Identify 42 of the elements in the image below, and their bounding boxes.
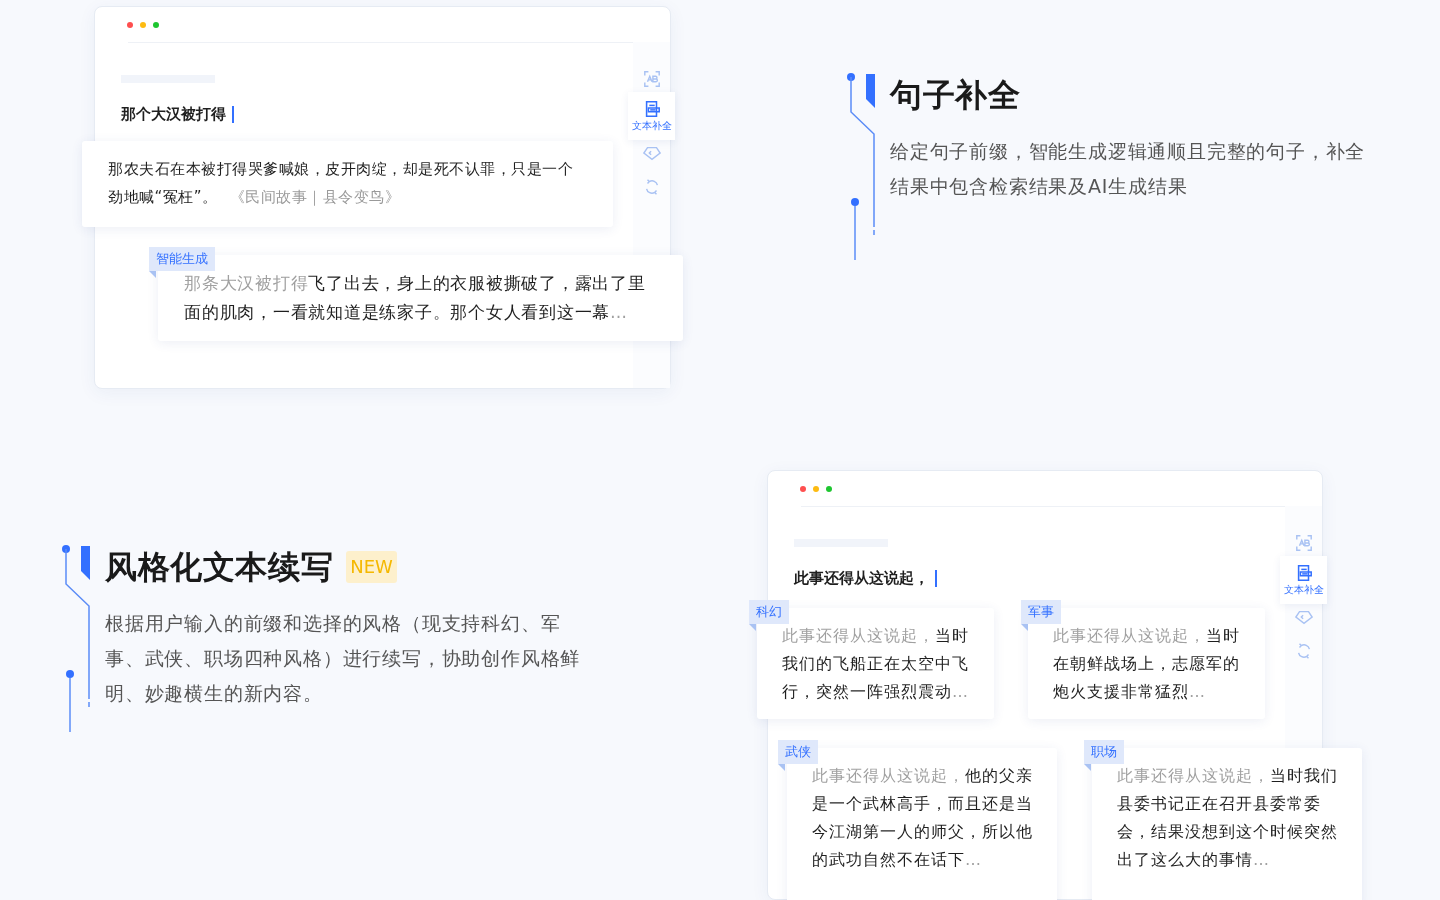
tag-fold-corner (1021, 624, 1028, 631)
minimize-dot[interactable] (813, 486, 819, 492)
maximize-dot[interactable] (826, 486, 832, 492)
result-text: 那农夫石在本被打得哭爹喊娘，皮开肉绽，却是死不认罪，只是一个劲地喊“冤枉”。 《民间故事｜县令变鸟》 (108, 159, 574, 208)
style-tag: 科幻 (749, 600, 789, 624)
tool-button[interactable]: 文本补全 (628, 92, 675, 140)
style-tag: 智能生成 (149, 247, 215, 271)
result-text: 那条大汉被打得飞了出去，身上的衣服被撕破了，露出了里面的肌肉，一看就知道是练家子。那个女人看到这一幕… (184, 272, 647, 324)
close-dot[interactable] (127, 22, 133, 28)
translate-icon (642, 70, 661, 88)
result-text: 此事还得从这说起，他的父亲是一个武林高手，而且还是当今江湖第一人的师父，所以他的武功自然不在话下… (812, 765, 1034, 871)
diamond-icon (1294, 608, 1313, 626)
tag-fold-corner (149, 271, 156, 278)
tag-fold-corner (778, 764, 785, 771)
feature-description: 给定句子前缀，智能生成逻辑通顺且完整的句子，补全结果中包含检索结果及AI生成结果 (890, 139, 1367, 199)
style-tag: 武侠 (778, 740, 818, 764)
result-text: 此事还得从这说起，当时我们的飞船正在太空中飞行，突然一阵强烈震动… (782, 625, 970, 703)
feature-description: 根据用户输入的前缀和选择的风格（现支持科幻、军事、武侠、职场四种风格）进行续写，协助创作风格鲜明、妙趣横生的新内容。 (105, 611, 582, 706)
translate-icon (1294, 534, 1313, 552)
input-text[interactable]: 此事还得从这说起， (794, 569, 929, 588)
diamond-icon (642, 144, 661, 162)
result-text: 此事还得从这说起，当时我们县委书记正在召开县委常委会，结果没想到这个时候突然出了这么大的事情… (1117, 765, 1339, 871)
result-text: 此事还得从这说起，当时在朝鲜战场上，志愿军的炮火支援非常猛烈… (1053, 625, 1241, 703)
tag-fold-corner (1084, 764, 1091, 771)
result-card[interactable]: 那农夫石在本被打得哭爹喊娘，皮开肉绽，却是死不认罪，只是一个劲地喊“冤枉”。 《民间故事｜县令变鸟》 (82, 141, 613, 227)
close-dot[interactable] (800, 486, 806, 492)
tool-button[interactable] (1294, 608, 1313, 626)
maximize-dot[interactable] (153, 22, 159, 28)
tool-button[interactable]: 文本补全 (1280, 556, 1327, 604)
style-tag: 军事 (1021, 600, 1061, 624)
tag-fold-corner (749, 624, 756, 631)
input-text[interactable]: 那个大汉被打得 (121, 105, 226, 124)
tool-button[interactable] (642, 70, 661, 88)
feature-title: 句子补全 (890, 75, 1021, 116)
text-cursor (935, 570, 937, 587)
minimize-dot[interactable] (140, 22, 146, 28)
tool-button[interactable] (642, 144, 661, 162)
new-badge: NEW (346, 551, 397, 583)
text-cursor (232, 106, 234, 123)
feature-title: 风格化文本续写 (105, 547, 334, 588)
tool-button[interactable] (1294, 534, 1313, 552)
style-tag: 职场 (1084, 740, 1124, 764)
